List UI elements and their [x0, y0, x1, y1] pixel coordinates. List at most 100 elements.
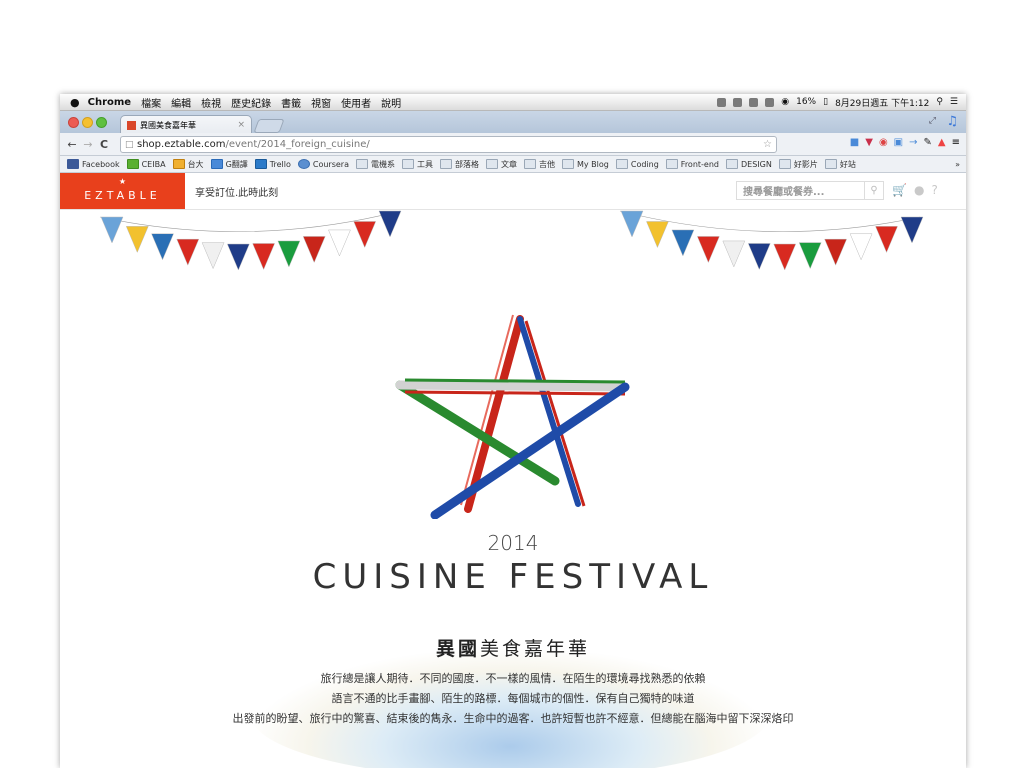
extension-icon[interactable]: ▲	[938, 137, 946, 148]
minimize-window-button[interactable]	[82, 117, 93, 128]
eztable-logo[interactable]: ★ EZTABLE	[60, 173, 185, 209]
bookmark-folder[interactable]: Front-end	[665, 159, 719, 169]
reload-button[interactable]: C	[96, 138, 112, 151]
bookmarks-overflow-button[interactable]: »	[955, 160, 960, 169]
spotlight-icon[interactable]: ⚲	[936, 97, 943, 107]
bunting-flag	[125, 226, 149, 254]
ntu-icon	[172, 159, 185, 169]
bookmark-label: 文章	[500, 159, 517, 169]
status-app-icon[interactable]	[717, 97, 727, 107]
bookmark-label: G翻譯	[225, 159, 248, 169]
extension-icon[interactable]: ◉	[879, 137, 888, 148]
bunting-flag	[747, 243, 771, 271]
status-app-icon[interactable]	[733, 97, 743, 107]
status-app-icon[interactable]	[765, 97, 775, 107]
folder-icon	[615, 159, 628, 169]
status-app-icon[interactable]	[749, 97, 759, 107]
site-header: ★ EZTABLE 享受訂位.此時此刻 搜尋餐廳或餐券... ⚲ 🛒 ● ?	[60, 173, 966, 210]
menu-item-view[interactable]: 檢視	[201, 95, 221, 110]
bookmark-folder[interactable]: 文章	[485, 159, 517, 170]
menu-clock[interactable]: 8月29日週五 下午1:12	[835, 96, 929, 109]
bunting-flag	[900, 216, 924, 244]
bookmark-folder[interactable]: DESIGN	[726, 159, 772, 169]
browser-tab[interactable]: 異國美食嘉年華 ×	[120, 115, 252, 134]
bunting-flag	[277, 240, 301, 268]
pocket-icon[interactable]: ▼	[865, 137, 873, 148]
logo-text: EZTABLE	[84, 189, 161, 202]
bunting-flag	[849, 233, 873, 261]
bookmark-folder[interactable]: 部落格	[439, 159, 479, 170]
help-icon[interactable]: ?	[931, 183, 937, 197]
menu-item-bookmarks[interactable]: 書籤	[281, 95, 301, 110]
header-icons: 🛒 ● ?	[892, 183, 938, 197]
site-search-input[interactable]: 搜尋餐廳或餐券... ⚲	[736, 181, 884, 200]
extension-icon[interactable]: →	[909, 137, 917, 148]
menu-item-help[interactable]: 說明	[381, 95, 401, 110]
bookmark-label: Facebook	[82, 159, 120, 169]
menu-app-name[interactable]: Chrome	[88, 97, 131, 108]
notification-center-icon[interactable]: ☰	[950, 97, 958, 107]
folder-icon	[561, 159, 574, 169]
bookmark-folder[interactable]: 電機系	[355, 159, 395, 170]
extension-icon[interactable]: ✎	[924, 137, 932, 148]
bookmark-folder[interactable]: 好影片	[778, 159, 818, 170]
bookmark-folder[interactable]: Coding	[615, 159, 659, 169]
bookmark-google-translate[interactable]: G翻譯	[210, 159, 248, 170]
tab-close-icon[interactable]: ×	[237, 120, 245, 130]
bookmark-ntu[interactable]: 台大	[172, 159, 204, 170]
menu-item-history[interactable]: 歷史紀錄	[231, 95, 271, 110]
battery-icon[interactable]: ▯	[823, 97, 828, 107]
menu-item-window[interactable]: 視窗	[311, 95, 331, 110]
coursera-icon	[297, 159, 310, 169]
url-path: /event/2014_foreign_cuisine/	[225, 139, 370, 150]
bookmark-folder[interactable]: 工具	[401, 159, 433, 170]
battery-percent[interactable]: 16%	[796, 97, 816, 107]
bookmark-folder[interactable]: 吉他	[523, 159, 555, 170]
bunting-flag	[824, 238, 848, 266]
folder-icon	[401, 159, 414, 169]
bookmark-label: Coding	[630, 159, 659, 169]
folder-icon	[355, 159, 368, 169]
new-tab-button[interactable]	[253, 119, 285, 133]
bookmark-label: 好站	[839, 159, 856, 169]
intro-line-2: 語言不通的比手畫腳、陌生的路標．每個城市的個性．保有自己獨特的味道	[331, 692, 695, 705]
bookmark-facebook[interactable]: Facebook	[67, 159, 120, 169]
user-icon[interactable]: ●	[914, 183, 924, 197]
menu-item-file[interactable]: 檔案	[141, 95, 161, 110]
bookmark-label: 台大	[187, 159, 204, 169]
bunting-flag	[176, 238, 200, 266]
cart-icon[interactable]: 🛒	[892, 183, 907, 197]
bunting-flag	[671, 229, 695, 257]
address-bar[interactable]: □ shop.eztable.com/event/2014_foreign_cu…	[120, 136, 777, 153]
apple-icon[interactable]: ●	[70, 96, 80, 109]
screenshot-window: ● Chrome 檔案 編輯 檢視 歷史紀錄 書籤 視窗 使用者 說明 ◉ 16…	[60, 94, 966, 768]
bunting-flag	[696, 236, 720, 264]
bunting-flag	[378, 210, 402, 238]
translate-icon[interactable]: ▣	[894, 137, 903, 148]
bookmark-trello[interactable]: Trello	[254, 159, 291, 169]
search-placeholder: 搜尋餐廳或餐券...	[743, 187, 825, 198]
bunting-flag	[875, 226, 898, 254]
close-window-button[interactable]	[68, 117, 79, 128]
site-tagline: 享受訂位.此時此刻	[195, 188, 279, 199]
wifi-icon[interactable]: ◉	[781, 97, 789, 107]
bookmark-ceiba[interactable]: CEIBA	[126, 159, 166, 169]
bookmark-label: CEIBA	[141, 159, 166, 169]
menu-item-edit[interactable]: 編輯	[171, 95, 191, 110]
fullscreen-icon[interactable]: ⤢	[929, 116, 936, 126]
search-icon[interactable]: ⚲	[864, 182, 883, 199]
user-profile-icon[interactable]: ♫	[946, 114, 958, 129]
bunting-flag	[100, 216, 124, 244]
extension-icon[interactable]: ■	[850, 137, 859, 148]
menu-item-people[interactable]: 使用者	[341, 95, 371, 110]
extension-icons: ■ ▼ ◉ ▣ → ✎ ▲ ≡	[850, 137, 960, 148]
bookmark-folder[interactable]: 好站	[824, 159, 856, 170]
chrome-menu-button[interactable]: ≡	[952, 137, 960, 148]
bookmark-star-icon[interactable]: ☆	[763, 139, 772, 150]
forward-button[interactable]: →	[80, 138, 96, 151]
back-button[interactable]: ←	[64, 138, 80, 151]
bookmark-folder[interactable]: My Blog	[561, 159, 609, 169]
zoom-window-button[interactable]	[96, 117, 107, 128]
folder-icon	[778, 159, 791, 169]
bookmark-coursera[interactable]: Coursera	[297, 159, 349, 169]
